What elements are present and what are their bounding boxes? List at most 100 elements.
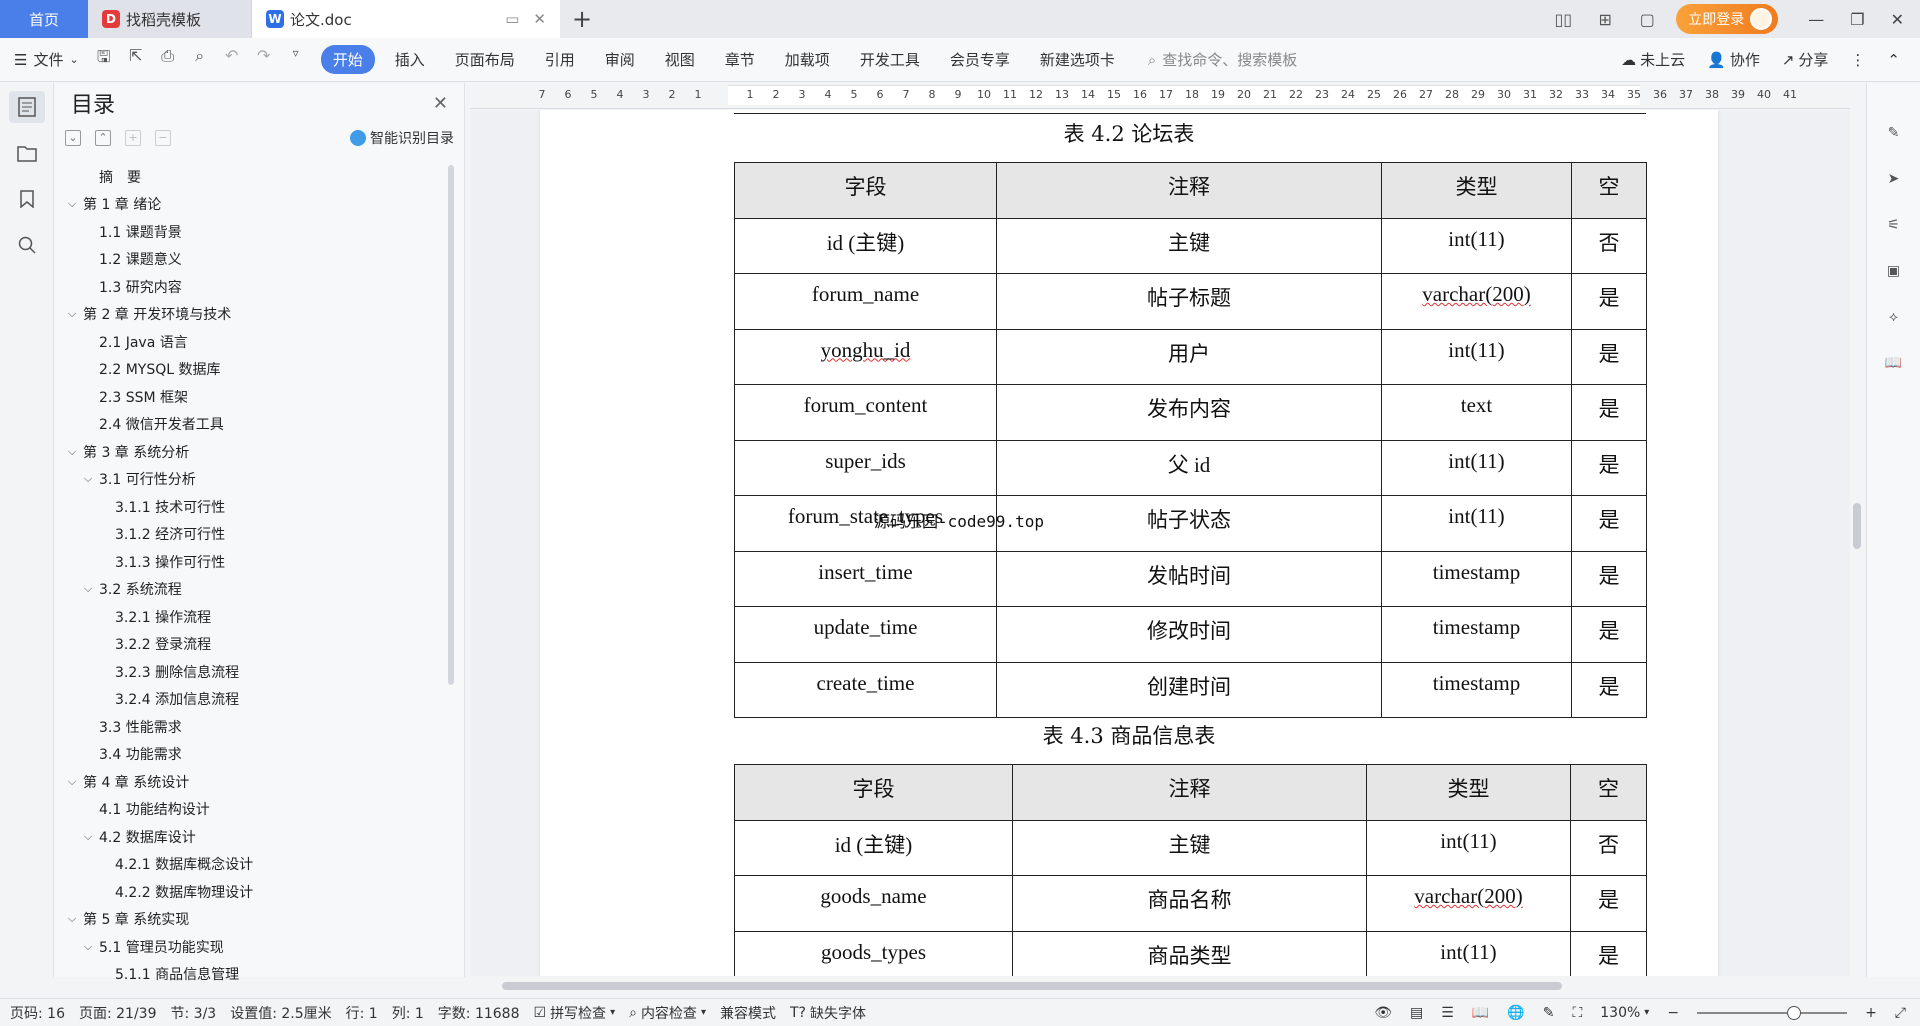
- table-cell[interactable]: int(11): [1381, 495, 1572, 552]
- toc-item[interactable]: 3.1.1 技术可行性: [55, 493, 445, 521]
- share-button[interactable]: ↗ 分享: [1782, 49, 1829, 70]
- table-cell[interactable]: 发布内容: [996, 384, 1382, 441]
- toc-item[interactable]: 1.1 课题背景: [55, 218, 445, 246]
- content-check-button[interactable]: ⌕ 内容检查 ▾: [629, 1003, 706, 1023]
- toc-item[interactable]: 2.1 Java 语言: [55, 328, 445, 356]
- smart-toc-button[interactable]: 智能识别目录: [350, 128, 454, 148]
- select-cursor-icon[interactable]: ➤: [1881, 167, 1907, 191]
- setting-status[interactable]: 设置值: 2.5厘米: [230, 1003, 331, 1023]
- horizontal-scroll-thumb[interactable]: [502, 982, 1562, 990]
- table-cell[interactable]: 商品名称: [1012, 875, 1367, 932]
- page-status[interactable]: 页面: 21/39: [79, 1003, 157, 1023]
- table-cell[interactable]: int(11): [1381, 328, 1572, 385]
- table-cell[interactable]: int(11): [1366, 930, 1571, 976]
- print-preview-icon[interactable]: ⌕: [189, 46, 211, 73]
- toc-item[interactable]: 1.3 研究内容: [55, 273, 445, 301]
- fit-page-icon[interactable]: ⛶: [1572, 1005, 1582, 1021]
- table-cell[interactable]: 帖子标题: [996, 273, 1382, 330]
- tab-document[interactable]: W 论文.doc ▭ ✕: [252, 0, 560, 38]
- table-cell[interactable]: 是: [1571, 495, 1647, 552]
- close-window-icon[interactable]: ✕: [1891, 10, 1904, 29]
- horizontal-ruler[interactable]: 7 6 5 4 3 2 1 1 2 3 4 5 6 7 8 9 10 11 12 13 14 15 16 17 18 19 20 21…: [470, 83, 1850, 109]
- table-cell[interactable]: 修改时间: [996, 606, 1382, 663]
- toc-item[interactable]: 3.2.2 登录流程: [55, 631, 445, 659]
- table-cell[interactable]: insert_time: [734, 550, 997, 607]
- vertical-scroll-thumb[interactable]: [1853, 503, 1861, 549]
- table-cell[interactable]: id (主键): [734, 819, 1013, 876]
- tab-chapter[interactable]: 章节: [710, 49, 770, 70]
- adjust-sliders-icon[interactable]: ⚟: [1881, 213, 1907, 237]
- table-cell[interactable]: forum_content: [734, 384, 997, 441]
- tab-developer[interactable]: 开发工具: [845, 49, 935, 70]
- window-layout-icon[interactable]: ▢: [1634, 9, 1660, 29]
- chevron-down-icon[interactable]: ⌵: [81, 582, 95, 596]
- tab-member[interactable]: 会员专享: [935, 49, 1025, 70]
- table-cell[interactable]: int(11): [1381, 439, 1572, 496]
- redo-icon[interactable]: ↷: [253, 46, 275, 73]
- zoom-slider[interactable]: [1697, 1005, 1848, 1020]
- export-icon[interactable]: ⇱: [125, 46, 147, 73]
- table-cell[interactable]: 帖子状态: [996, 495, 1382, 552]
- toc-item[interactable]: 3.2.4 添加信息流程: [55, 686, 445, 714]
- toc-scrollbar[interactable]: [448, 165, 454, 685]
- tab-insert[interactable]: 插入: [380, 49, 440, 70]
- table-cell[interactable]: 创建时间: [996, 661, 1382, 718]
- chevron-down-icon[interactable]: ⌵: [65, 912, 79, 926]
- write-mode-icon[interactable]: ✎: [1543, 1005, 1555, 1021]
- table-cell[interactable]: 商品类型: [1012, 930, 1367, 976]
- zoom-out-icon[interactable]: −: [1667, 1005, 1679, 1021]
- undo-icon[interactable]: ↶: [221, 46, 243, 73]
- chapter-icon[interactable]: [9, 137, 45, 169]
- book-reader-icon[interactable]: 📖: [1881, 351, 1907, 375]
- toc-item[interactable]: ⌵ 第 5 章 系统实现: [55, 906, 445, 934]
- eye-protect-icon[interactable]: 👁: [1374, 1005, 1392, 1021]
- edit-pen-icon[interactable]: ✎: [1881, 121, 1907, 145]
- table-cell[interactable]: timestamp: [1381, 550, 1572, 607]
- toc-item[interactable]: 5.1.1 商品信息管理: [55, 961, 445, 989]
- toc-item[interactable]: 1.2 课题意义: [55, 246, 445, 274]
- table-cell[interactable]: int(11): [1366, 819, 1571, 876]
- toc-item[interactable]: ⌵ 3.2 系统流程: [55, 576, 445, 604]
- cloud-status-button[interactable]: ☁ 未上云: [1621, 49, 1685, 70]
- vertical-scrollbar[interactable]: [1850, 110, 1864, 976]
- toc-item[interactable]: 3.2.1 操作流程: [55, 603, 445, 631]
- table-cell[interactable]: text: [1381, 384, 1572, 441]
- command-search[interactable]: ⌕ 查找命令、搜索模板: [1148, 49, 1297, 70]
- toc-item[interactable]: ⌵ 第 3 章 系统分析: [55, 438, 445, 466]
- table-cell[interactable]: 是: [1571, 661, 1647, 718]
- toc-item[interactable]: 3.3 性能需求: [55, 713, 445, 741]
- table-cell[interactable]: varchar(200): [1381, 273, 1572, 330]
- word-count-status[interactable]: 字数: 11688: [438, 1003, 520, 1023]
- chevron-down-icon[interactable]: ⌵: [65, 445, 79, 459]
- chevron-down-icon[interactable]: ⌵: [81, 472, 95, 486]
- table-cell[interactable]: 发帖时间: [996, 550, 1382, 607]
- outline-view-icon[interactable]: ☰: [1441, 1005, 1454, 1021]
- table-cell[interactable]: yonghu_id: [734, 328, 997, 385]
- toc-item[interactable]: 2.3 SSM 框架: [55, 383, 445, 411]
- tab-home[interactable]: 首页: [0, 0, 88, 38]
- collaborate-button[interactable]: 👤 协作: [1707, 49, 1760, 70]
- table-cell[interactable]: 否: [1570, 819, 1647, 876]
- toc-item[interactable]: ⌵ 第 4 章 系统设计: [55, 768, 445, 796]
- section-status[interactable]: 节: 3/3: [171, 1003, 217, 1023]
- table-cell[interactable]: varchar(200): [1366, 875, 1571, 932]
- image-tool-icon[interactable]: ▣: [1881, 259, 1907, 283]
- quick-access-more-icon[interactable]: ▿: [285, 46, 307, 73]
- login-button[interactable]: 立即登录: [1676, 4, 1779, 34]
- tab-view[interactable]: 视图: [650, 49, 710, 70]
- table-cell[interactable]: update_time: [734, 606, 997, 663]
- ai-assistant-icon[interactable]: ⟡: [1881, 305, 1907, 329]
- tab-new[interactable]: 新建选项卡: [1025, 49, 1130, 70]
- tab-templates[interactable]: D 找稻壳模板: [88, 0, 252, 38]
- toc-item[interactable]: ⌵ 4.2 数据库设计: [55, 823, 445, 851]
- table-cell[interactable]: 主键: [1012, 819, 1367, 876]
- remove-heading-icon[interactable]: −: [155, 130, 171, 146]
- toc-item[interactable]: 3.2.3 删除信息流程: [55, 658, 445, 686]
- reading-view-icon[interactable]: 📖: [1472, 1005, 1489, 1021]
- table-cell[interactable]: id (主键): [734, 217, 997, 274]
- toc-item[interactable]: ⌵ 第 2 章 开发环境与技术: [55, 301, 445, 329]
- table-cell[interactable]: goods_types: [734, 930, 1013, 976]
- chevron-down-icon[interactable]: ⌵: [65, 307, 79, 321]
- table-cell[interactable]: 是: [1571, 606, 1647, 663]
- tab-review[interactable]: 审阅: [590, 49, 650, 70]
